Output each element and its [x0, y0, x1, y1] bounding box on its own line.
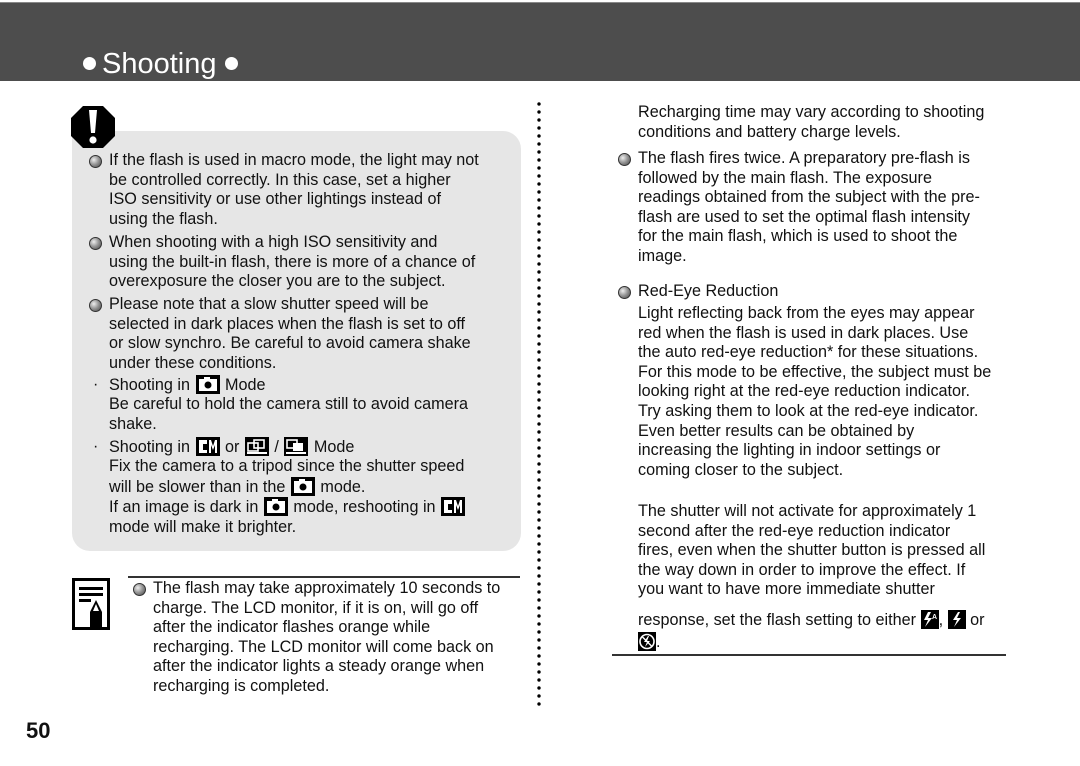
flash-off-icon	[638, 632, 656, 651]
text-line: The flash may take approximately 10 seco…	[153, 579, 501, 597]
text-line: If the flash is used in macro mode, the …	[109, 151, 479, 169]
text-line: looking right at the red-eye reduction i…	[638, 382, 971, 401]
red-eye-heading: Red-Eye Reduction	[638, 282, 779, 300]
text-line: selected in dark places when the flash i…	[109, 314, 466, 333]
recharge-note: Recharging time may vary according to sh…	[638, 103, 984, 142]
svg-text:A: A	[932, 614, 937, 621]
text-line: using the flash.	[109, 209, 218, 228]
text-line: Recharging time may vary according to sh…	[638, 103, 985, 121]
bullet-icon	[89, 299, 102, 312]
flash-on-icon	[947, 610, 966, 629]
bullet-icon	[618, 286, 631, 299]
text-line: readings obtained from the subject with …	[638, 188, 980, 207]
column-divider	[537, 100, 541, 710]
text-line: Light reflecting back from the eyes may …	[638, 304, 975, 322]
text-line: For this mode to be effective, the subje…	[638, 362, 992, 381]
section-header: Shooting	[0, 2, 1080, 81]
memo-pencil-icon	[72, 578, 110, 630]
text-line: followed by the main flash. The exposure	[638, 168, 932, 187]
bullet-icon	[89, 237, 102, 250]
mode-heading-auto: Shooting in Mode	[109, 375, 266, 394]
camera-auto-mode-icon	[263, 497, 288, 517]
exclamation-octagon-icon	[71, 106, 115, 148]
text-line: under these conditions.	[109, 353, 277, 372]
caution-item: Please note that a slow shutter speed wi…	[109, 295, 471, 373]
text-line: conditions and battery charge levels.	[638, 122, 901, 141]
text-line: ISO sensitivity or use other lightings i…	[109, 190, 442, 209]
text-line: recharging is completed.	[153, 676, 330, 695]
text-line: The flash fires twice. A preparatory pre…	[638, 149, 970, 167]
text-line: coming closer to the subject.	[638, 460, 844, 479]
text-line: for the main flash, which is used to sho…	[638, 227, 958, 246]
camera-auto-mode-icon	[290, 476, 315, 496]
text-line: recharging. The LCD monitor will come ba…	[153, 637, 494, 656]
stitch-assist-right-icon	[284, 437, 309, 456]
text-line: the way down in order to improve the eff…	[638, 560, 966, 579]
stitch-assist-left-icon	[244, 437, 269, 456]
text-line: Try asking them to look at the red-eye i…	[638, 401, 979, 420]
text-line: increasing the lighting in indoor settin…	[638, 441, 941, 460]
camera-manual-mode-icon	[195, 437, 220, 456]
text-line: using the built-in flash, there is more …	[109, 252, 476, 271]
text-line: after the indicator lights a steady oran…	[153, 657, 485, 676]
caution-item: When shooting with a high ISO sensitivit…	[109, 233, 475, 292]
text-line: When shooting with a high ISO sensitivit…	[109, 233, 438, 251]
flash-setting-line: response, set the flash setting to eithe…	[638, 610, 985, 629]
flash-twice-text: The flash fires twice. A preparatory pre…	[638, 149, 980, 267]
text-line: Even better results can be obtained by	[638, 421, 915, 440]
text-line: after the indicator flashes orange while	[153, 618, 431, 637]
bullet-dot-icon	[83, 56, 96, 70]
note-text: The flash may take approximately 10 seco…	[153, 579, 500, 697]
camera-auto-mode-icon	[195, 375, 220, 394]
text-line: be controlled correctly. In this case, s…	[109, 170, 451, 189]
text-line: charge. The LCD monitor, if it is on, wi…	[153, 598, 479, 617]
note-divider	[128, 576, 520, 578]
mode-heading-manual: Shooting in or / Mode	[109, 437, 355, 456]
bullet-icon	[89, 155, 102, 168]
text-line: image.	[638, 246, 687, 265]
text-line: you want to have more immediate shutter	[638, 580, 935, 599]
flash-auto-icon: A	[920, 610, 939, 629]
bullet-icon	[618, 153, 631, 166]
page-number: 50	[26, 718, 51, 743]
text-line: or slow synchro. Be careful to avoid cam…	[109, 334, 471, 353]
flash-off-line: .	[638, 632, 661, 653]
text-line: overexposure the closer you are to the s…	[109, 272, 446, 291]
red-eye-text: Light reflecting back from the eyes may …	[638, 304, 991, 480]
mode-manual-body: Fix the camera to a tripod since the shu…	[109, 457, 466, 536]
bullet-icon	[133, 583, 146, 596]
bullet-dot-icon	[224, 56, 238, 70]
mode-auto-body: Be careful to hold the camera still to a…	[109, 395, 469, 433]
list-dot: ·	[93, 376, 99, 393]
caution-item: If the flash is used in macro mode, the …	[109, 151, 479, 229]
text-line: second after the red-eye reduction indic…	[638, 521, 951, 540]
text-line: Please note that a slow shutter speed wi…	[109, 295, 429, 313]
text-line: the auto red-eye reduction* for these si…	[638, 343, 979, 362]
section-title: Shooting	[80, 47, 244, 81]
section-title-text: Shooting	[102, 48, 217, 80]
right-divider	[612, 654, 1006, 656]
shutter-text: The shutter will not activate for approx…	[638, 502, 985, 600]
camera-manual-mode-icon	[441, 497, 466, 517]
text-line: flash are used to set the optimal flash …	[638, 207, 971, 226]
text-line: fires, even when the shutter button is p…	[638, 541, 986, 560]
text-line: The shutter will not activate for approx…	[638, 502, 977, 520]
text-line: red when the flash is used in dark place…	[638, 323, 969, 342]
list-dot: ·	[93, 438, 99, 455]
